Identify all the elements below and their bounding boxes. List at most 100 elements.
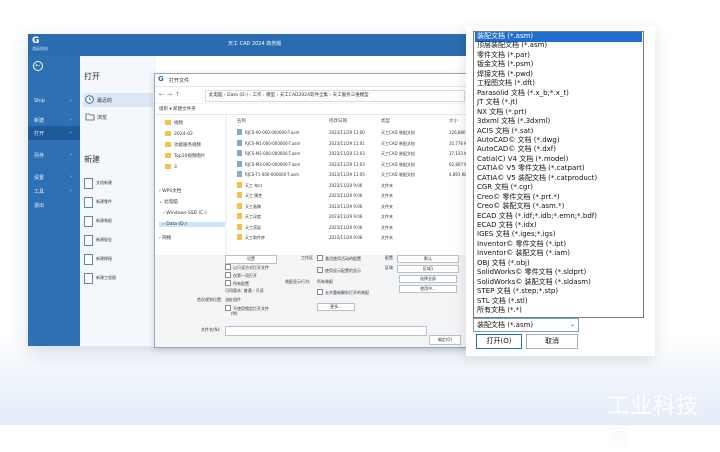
tree-item[interactable]: 3 <box>165 164 177 170</box>
filetype-option[interactable]: 顶层装配文档 (*.asm) <box>475 41 642 51</box>
config-select[interactable]: 默认 <box>397 255 459 263</box>
folder-icon <box>237 223 242 230</box>
filetype-option[interactable]: Inventor© 装配文档 (*.iam) <box>475 249 642 259</box>
tree-item[interactable]: 2024-02 <box>165 131 193 137</box>
filetype-option[interactable]: CATIA© V5 零件文档 (*.catpart) <box>475 164 642 174</box>
filetype-option[interactable]: 零件文档 (*.par) <box>475 51 642 61</box>
column-header-date[interactable]: 修改日期 <box>329 118 347 124</box>
new-document-item[interactable]: 文档新建 <box>84 177 154 189</box>
filetype-option[interactable]: JT 文档 (*.jt) <box>475 98 642 108</box>
filetype-option[interactable]: IGES 文档 (*.iges;*.igs) <box>475 230 642 240</box>
select-all-button[interactable]: 选择全部 <box>399 275 457 283</box>
open-button[interactable]: 打开(O) <box>476 334 522 349</box>
folder-icon <box>165 142 171 147</box>
filetype-option[interactable]: 钣金文档 (*.psm) <box>475 60 642 70</box>
new-assembly-item[interactable]: 新建装配 <box>84 215 154 227</box>
file-row[interactable]: 天工深度 2023/11/29 9:06 文件夹 <box>227 212 469 221</box>
filetype-option[interactable]: 工程图文档 (*.dft) <box>475 79 642 89</box>
filetype-option[interactable]: ECAD 文档 (*.idf;*.idb;*.emn;*.bdf) <box>475 212 642 222</box>
reparse-checkbox[interactable]: 允许重新解析打开的装配 <box>317 289 369 296</box>
all-config-radio[interactable]: 所有配置 <box>225 280 249 287</box>
filetype-option[interactable]: Creo© 装配文档 (*.asm.*) <box>475 202 642 212</box>
browse-option[interactable]: 浏览 <box>83 110 153 124</box>
file-date-cell: 2023/11/29 11:03 <box>329 151 365 156</box>
chevron-right-icon: › <box>70 98 72 104</box>
column-header-name[interactable]: 名称 <box>237 118 246 124</box>
filetype-select[interactable]: 装配文档 (*.asm) ⌄ <box>473 318 579 332</box>
file-row[interactable]: 天工画稿 2023/11/29 9:06 文件夹 <box>227 202 469 211</box>
column-header-size[interactable]: 大小 <box>449 118 458 124</box>
file-row[interactable]: RJCS-00-000-000000-T.asm 2023/11/29 11:00… <box>227 128 472 137</box>
sidebar-item-tools[interactable]: 工具 <box>34 188 44 195</box>
drawing-icon <box>84 273 93 284</box>
filetype-option[interactable]: Catia(C) V4 文档 (*.model) <box>475 155 642 165</box>
folder-open-icon <box>85 112 95 121</box>
workspace-radio[interactable]: 激活使用活动的配置 <box>317 255 361 262</box>
sidebar-item-new[interactable]: 新建 <box>34 117 44 124</box>
filetype-option[interactable]: Creo© 零件文档 (*.prt.*) <box>475 193 642 203</box>
filetype-option[interactable]: STEP 文档 (*.step;*.stp) <box>475 287 642 297</box>
use-display-radio[interactable]: 使用显示配置的显示 <box>317 267 361 274</box>
file-type-cell: 文件夹 <box>381 203 393 209</box>
filename-input[interactable] <box>225 326 427 336</box>
filetype-option[interactable]: STL 文档 (*.stl) <box>475 297 642 307</box>
tree-item[interactable]: 功能服务视频 <box>165 142 201 148</box>
recent-files-option[interactable]: 最近的 <box>83 93 153 107</box>
open-first-radio[interactable]: 仅第一项打开 <box>225 272 257 279</box>
sidebar-item-settings[interactable]: 设置 <box>34 174 44 181</box>
tree-item[interactable]: 视频 <box>165 120 183 126</box>
zone-select[interactable]: 区域1 <box>397 265 459 273</box>
tree-item[interactable]: Top10视频图片 <box>165 153 205 159</box>
folder-icon <box>165 131 171 136</box>
file-row[interactable]: 天工 布口 2023/11/29 9:06 文件夹 <box>227 181 469 190</box>
file-row[interactable]: RJCS-T1-000-000000-T.asm 2023/11/29 11:05… <box>227 170 469 179</box>
more-button[interactable]: 更多... <box>317 303 355 311</box>
cancel-button[interactable]: 取消 <box>526 334 578 349</box>
filetype-option[interactable]: Inventor© 零件文档 (*.ipt) <box>475 240 642 250</box>
sidebar-item-ship[interactable]: Ship <box>34 98 45 104</box>
nav-arrow-icons[interactable]: ←→↑ <box>159 91 183 98</box>
tree-item[interactable]: › Windows-SSD (C:) <box>163 211 207 216</box>
file-row[interactable]: 天工取件库 2023/11/29 9:06 文件夹 <box>227 233 469 242</box>
filetype-option[interactable]: SolidWorks© 装配文档 (*.sldasm) <box>475 278 642 288</box>
tree-item[interactable]: ⌄ 此电脑 <box>159 199 178 205</box>
settings-button[interactable]: 使用中... <box>399 285 457 293</box>
back-arrow-icon[interactable]: ← <box>33 61 43 71</box>
filetype-option[interactable]: SolidWorks© 零件文档 (*.sldprt) <box>475 268 642 278</box>
folder-icon <box>237 181 242 188</box>
sidebar-item-open[interactable]: 打开 <box>34 130 44 137</box>
tree-item[interactable]: › 网络 <box>159 235 171 241</box>
filetype-option[interactable]: AutoCAD© 文档 (*.dxf) <box>475 145 642 155</box>
new-drawing-item[interactable]: 新建工程图 <box>84 272 154 284</box>
readonly-checkbox[interactable]: 以只读方式打开文件 <box>225 264 269 271</box>
filetype-option[interactable]: Parasolid 文档 (*.x_b;*.x_t) <box>475 89 642 99</box>
sidebar-item-saveas[interactable]: 另存 <box>34 152 44 159</box>
dialog-ok-button[interactable]: 确定(O) <box>429 335 461 345</box>
filetype-option[interactable]: NX 文档 (*.prt) <box>475 108 642 118</box>
filetype-option[interactable]: CATIA© V5 装配文档 (*.catproduct) <box>475 174 642 184</box>
tree-item[interactable]: › WPS文档 <box>159 188 181 194</box>
filetype-option[interactable]: OBJ 文档 (*.obj) <box>475 259 642 269</box>
filetype-option[interactable]: 3dxml 文档 (*.3dxml) <box>475 117 642 127</box>
breadcrumb[interactable]: 此电脑 › Data (D:) › 工作 › 模型 › 天工CAD2024软件全… <box>205 90 465 102</box>
folder-tree: 视频 2024-02 功能服务视频 Top10视频图片 3 › WPS文档 ⌄ … <box>155 115 225 255</box>
sidebar-item-exit[interactable]: 退出 <box>34 202 44 209</box>
file-row[interactable]: RJCS-M2-000-000000-T.asm 2023/11/29 11:03… <box>227 149 470 158</box>
filetype-option[interactable]: 所有文档 (*.*) <box>475 306 642 316</box>
new-sheetmetal-item[interactable]: 新建钣金 <box>84 234 154 246</box>
column-header-type[interactable]: 类型 <box>381 118 390 124</box>
filetype-option[interactable]: ACIS 文档 (*.sat) <box>475 127 642 137</box>
file-row[interactable]: 天工渲染 2023/11/29 9:06 文件夹 <box>227 223 469 232</box>
file-row[interactable]: RJCS-M3-000-000000-T.asm 2023/11/29 11:03… <box>227 160 470 169</box>
display-value: 所有装配 <box>317 279 333 284</box>
tree-item-selected[interactable]: › Data (D:) <box>159 222 225 227</box>
file-row[interactable]: RJCS-M1-000-000000-T.asm 2023/11/29 11:01… <box>227 139 470 148</box>
preview-settings-button[interactable]: 设置 <box>225 255 277 264</box>
filetype-option[interactable]: AutoCAD© 文档 (*.dwg) <box>475 136 642 146</box>
file-row[interactable]: 天工 属性 2023/11/29 9:06 文件夹 <box>227 191 469 200</box>
dialog-toolbar[interactable]: 组织 ▾ 新建文件夹 <box>155 104 469 115</box>
new-weldment-item[interactable]: 新建焊接 <box>84 253 154 265</box>
new-part-item[interactable]: 新建零件 <box>84 196 154 208</box>
filetype-option[interactable]: 焊接文档 (*.pwd) <box>475 70 642 80</box>
filetype-option[interactable]: CGR 文档 (*.cgr) <box>475 183 642 193</box>
